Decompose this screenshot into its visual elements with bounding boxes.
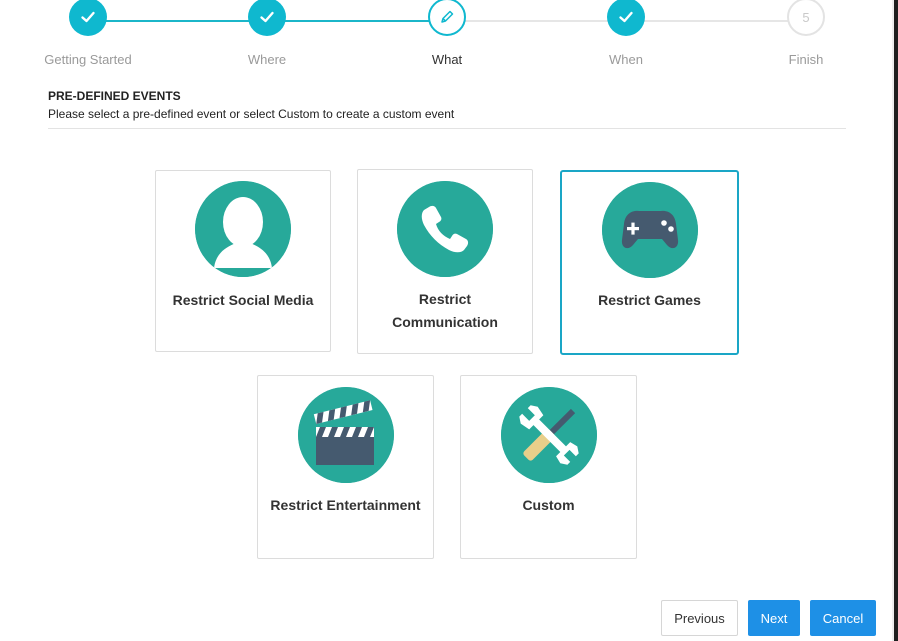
cancel-button[interactable]: Cancel — [810, 600, 876, 636]
section-description: Please select a pre-defined event or sel… — [48, 107, 455, 121]
gamepad-icon — [601, 182, 698, 278]
event-label: Custom — [522, 497, 575, 513]
step-when[interactable]: When — [566, 0, 686, 67]
checkmark-icon — [248, 0, 286, 36]
section-title: PRE-DEFINED EVENTS — [48, 89, 181, 103]
step-label: Finish — [788, 52, 824, 67]
event-label: Restrict Games — [598, 292, 701, 308]
phone-icon — [397, 181, 493, 277]
event-card-social-media[interactable]: Restrict Social Media — [155, 170, 331, 352]
event-card-custom[interactable]: Custom — [460, 375, 637, 559]
wizard-page: Getting Started Where What When 5 Finish… — [0, 0, 898, 641]
clapperboard-icon — [297, 387, 394, 483]
step-where[interactable]: Where — [207, 0, 327, 67]
step-what[interactable]: What — [387, 0, 507, 67]
divider — [48, 128, 846, 129]
window-edge — [894, 0, 898, 641]
step-label: Where — [247, 52, 287, 67]
step-label: Getting Started — [44, 52, 132, 67]
checkmark-icon — [69, 0, 107, 36]
checkmark-icon — [607, 0, 645, 36]
step-getting-started[interactable]: Getting Started — [28, 0, 148, 67]
event-label: Restrict Entertainment — [270, 497, 421, 513]
event-card-entertainment[interactable]: Restrict Entertainment — [257, 375, 434, 559]
next-button[interactable]: Next — [748, 600, 800, 636]
event-card-communication[interactable]: Restrict Communication — [357, 169, 533, 354]
step-number: 5 — [787, 0, 825, 36]
wizard-stepper: Getting Started Where What When 5 Finish — [0, 0, 898, 70]
step-label: When — [609, 52, 643, 67]
wrench-screwdriver-icon — [500, 387, 597, 483]
event-label-line2: Communication — [392, 314, 498, 330]
event-card-games[interactable]: Restrict Games — [560, 170, 739, 355]
event-label-line1: Restrict — [418, 291, 472, 307]
step-finish[interactable]: 5 Finish — [746, 0, 866, 67]
pencil-icon — [428, 0, 466, 36]
step-label: What — [431, 52, 463, 67]
event-label: Restrict Social Media — [172, 292, 314, 308]
person-icon — [195, 181, 291, 277]
previous-button[interactable]: Previous — [661, 600, 738, 636]
